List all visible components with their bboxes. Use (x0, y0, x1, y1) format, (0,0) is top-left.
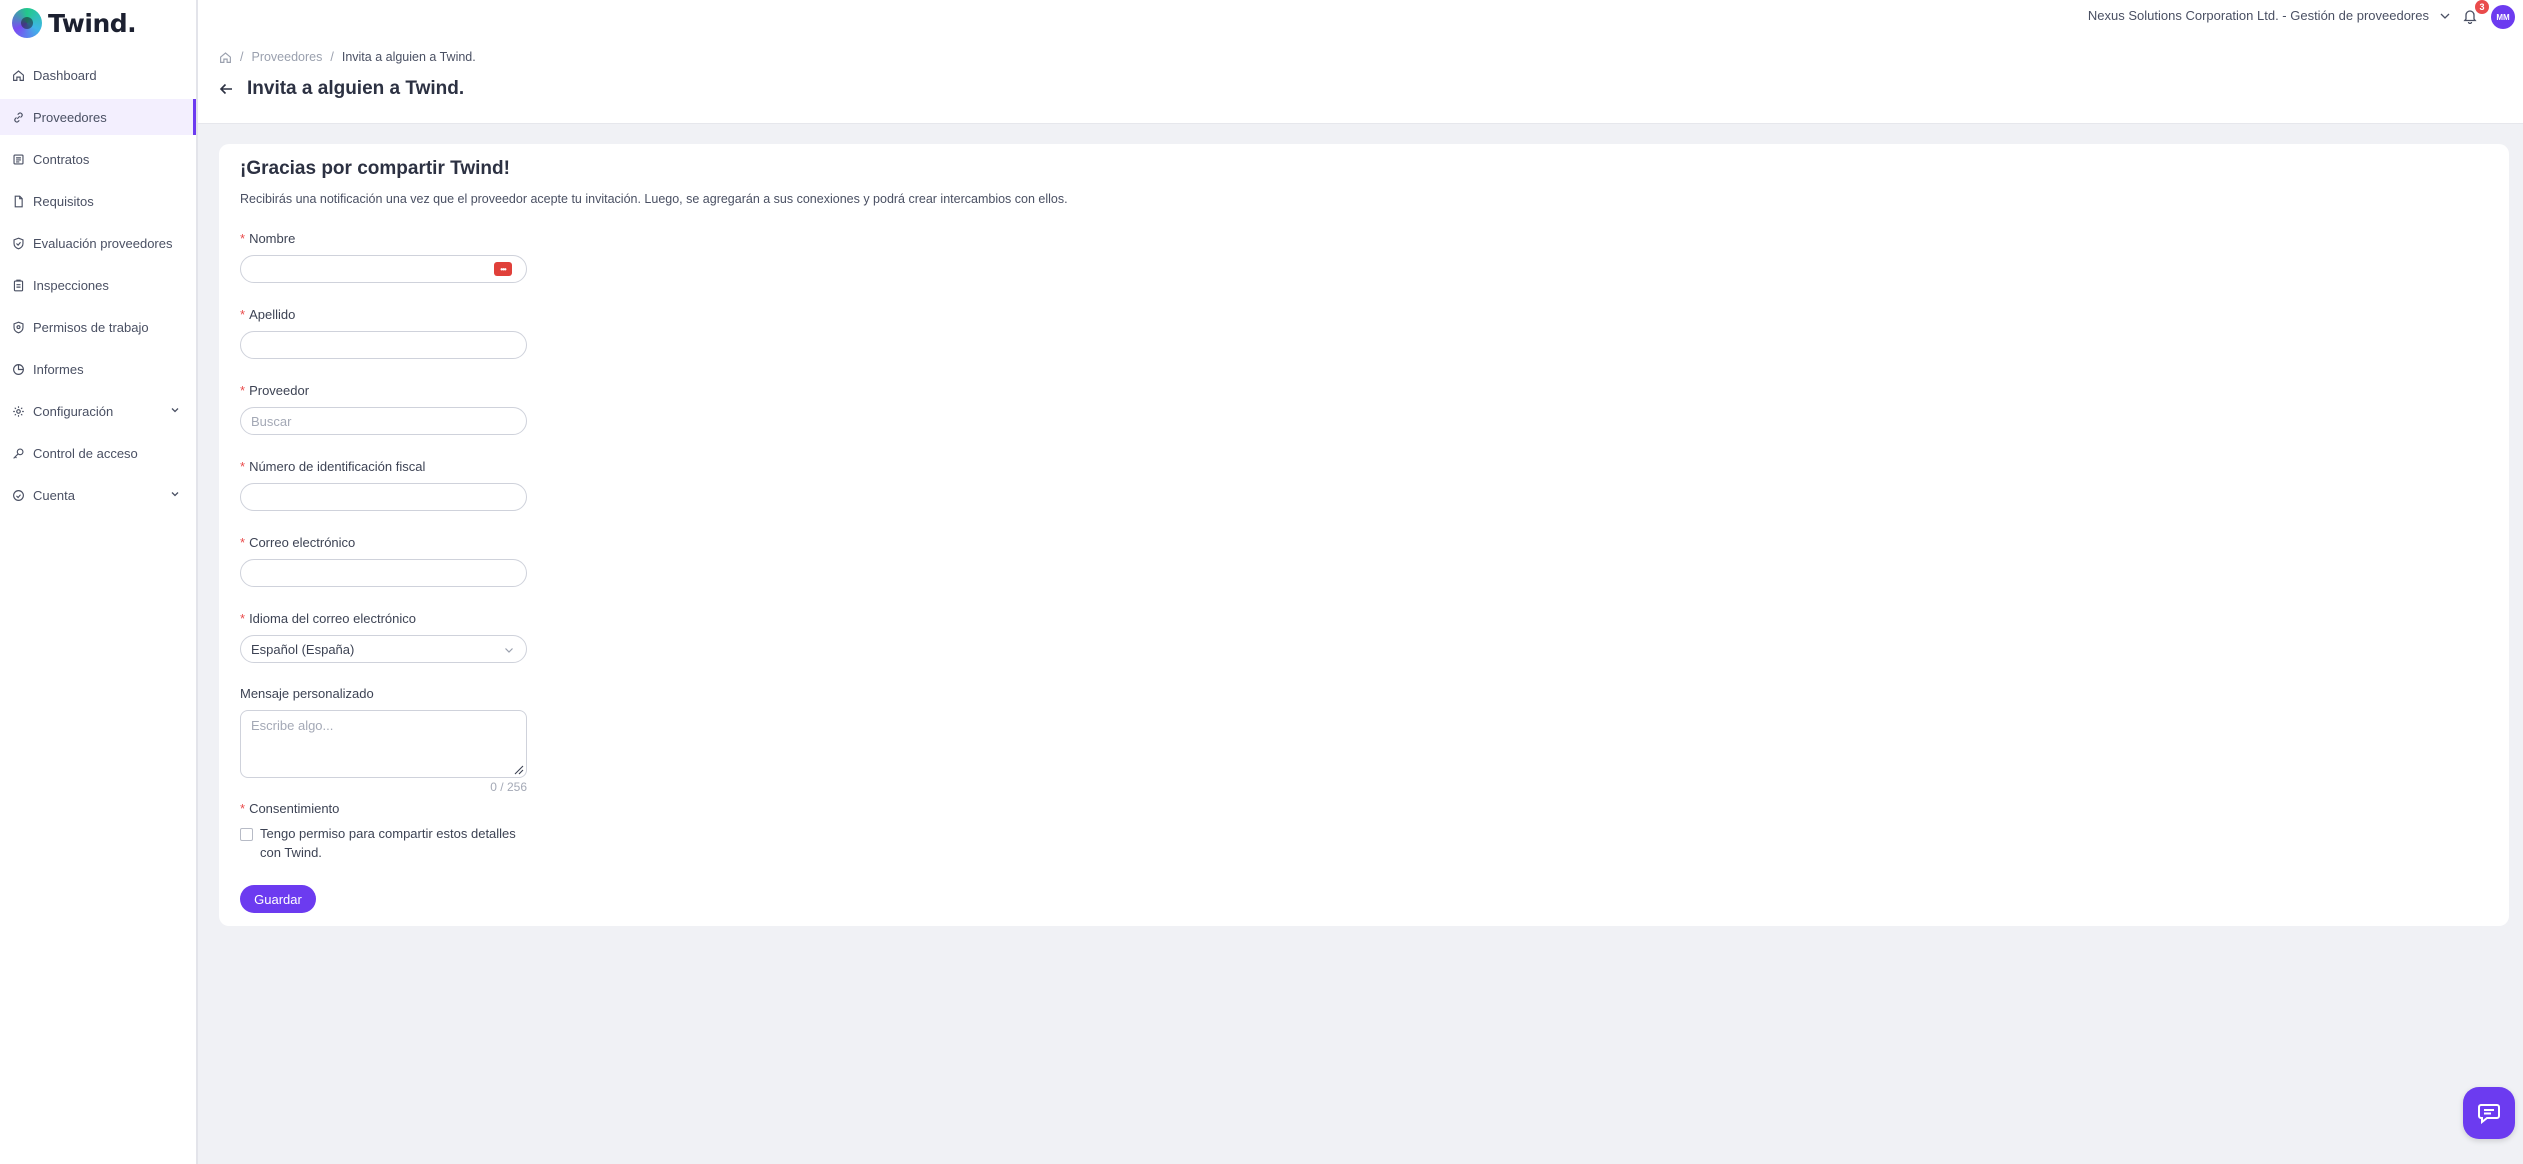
sidebar-item-requisitos[interactable]: Requisitos (0, 183, 196, 219)
sidebar-item-label: Contratos (33, 151, 90, 167)
gear-icon (12, 405, 25, 418)
nif-label: * Número de identificación fiscal (240, 459, 425, 474)
key-icon (12, 447, 25, 460)
chat-bubble-icon (2478, 1104, 2500, 1124)
save-button[interactable]: Guardar (240, 885, 316, 913)
sidebar-item-evaluacion-proveedores[interactable]: Evaluación proveedores (0, 225, 196, 261)
form-description: Recibirás una notificación una vez que e… (240, 192, 1068, 206)
email-field[interactable] (240, 559, 527, 587)
sidebar-item-label: Inspecciones (33, 277, 109, 293)
proveedor-placeholder: Buscar (251, 413, 292, 429)
email-label: * Correo electrónico (240, 535, 355, 550)
chevron-down-icon (171, 492, 179, 497)
link-icon (12, 111, 25, 124)
shield-icon (12, 321, 25, 334)
message-label: Mensaje personalizado (240, 686, 374, 701)
avatar[interactable]: MM (2491, 5, 2515, 29)
required-mark: * (240, 383, 246, 398)
sidebar-item-proveedores[interactable]: Proveedores (0, 99, 196, 135)
chevron-down-icon (171, 408, 179, 413)
twind-logo-mark-icon (12, 8, 42, 38)
required-mark: * (240, 307, 246, 322)
clipboard-icon (12, 279, 25, 292)
contract-icon (12, 153, 25, 166)
breadcrumb-proveedores[interactable]: Proveedores (251, 50, 322, 64)
proveedor-search-input[interactable]: Buscar (240, 407, 527, 435)
org-selector[interactable]: Nexus Solutions Corporation Ltd. - Gesti… (2088, 8, 2451, 23)
sidebar-item-permisos-de-trabajo[interactable]: Permisos de trabajo (0, 309, 196, 345)
page-title: Invita a alguien a Twind. (247, 78, 465, 99)
chart-icon (12, 363, 25, 376)
message-placeholder: Escribe algo... (251, 718, 334, 733)
resize-handle-icon[interactable] (512, 763, 524, 775)
invite-form-card: ¡Gracias por compartir Twind! Recibirás … (219, 144, 2509, 926)
consent-label-text: Consentimiento (249, 801, 340, 816)
form-title: ¡Gracias por compartir Twind! (240, 158, 510, 179)
consent-label: * Consentimiento (240, 801, 339, 816)
sidebar-item-cuenta[interactable]: Cuenta (0, 477, 196, 513)
nombre-input[interactable]: ••• (240, 255, 527, 283)
email-label-text: Correo electrónico (249, 535, 356, 550)
sidebar-item-label: Control de acceso (33, 445, 138, 461)
chat-support-button[interactable] (2463, 1087, 2515, 1139)
proveedor-label-text: Proveedor (249, 383, 310, 398)
org-selector-label: Nexus Solutions Corporation Ltd. - Gesti… (2087, 8, 2429, 23)
sidebar-item-informes[interactable]: Informes (0, 351, 196, 387)
required-mark: * (240, 535, 246, 550)
breadcrumb-current: Invita a alguien a Twind. (341, 50, 476, 64)
apellido-label-text: Apellido (249, 307, 296, 322)
document-icon (12, 195, 25, 208)
apellido-label: * Apellido (240, 307, 295, 322)
sidebar-item-label: Configuración (33, 403, 114, 419)
breadcrumb-separator: / (330, 50, 334, 64)
sidebar: Twind. Dashboard Proveedores Contratos R… (0, 0, 198, 1164)
language-label-text: Idioma del correo electrónico (249, 611, 416, 626)
sidebar-item-label: Permisos de trabajo (33, 319, 149, 335)
password-manager-icon[interactable]: ••• (494, 262, 512, 276)
sidebar-item-label: Informes (33, 361, 84, 377)
sidebar-item-label: Cuenta (33, 487, 75, 503)
language-select[interactable]: Español (España) (240, 635, 527, 663)
required-mark: * (240, 459, 246, 474)
breadcrumb-separator: / (240, 50, 244, 64)
language-label: * Idioma del correo electrónico (240, 611, 416, 626)
page-title-row: Invita a alguien a Twind. (219, 78, 464, 100)
proveedor-label: * Proveedor (240, 383, 309, 398)
nombre-label: * Nombre (240, 231, 295, 246)
sidebar-item-inspecciones[interactable]: Inspecciones (0, 267, 196, 303)
breadcrumb: / Proveedores / Invita a alguien a Twind… (219, 50, 476, 64)
sidebar-item-label: Evaluación proveedores (33, 235, 173, 251)
sidebar-nav: Dashboard Proveedores Contratos Requisit… (0, 57, 196, 519)
sidebar-item-dashboard[interactable]: Dashboard (0, 57, 196, 93)
shield-check-icon (12, 237, 25, 250)
notification-badge: 3 (2475, 0, 2489, 14)
home-icon[interactable] (219, 51, 232, 64)
sidebar-item-configuracion[interactable]: Configuración (0, 393, 196, 429)
required-mark: * (240, 801, 246, 816)
logo-text: Twind. (48, 8, 137, 38)
message-char-counter: 0 / 256 (490, 780, 527, 794)
chevron-down-icon (2440, 13, 2450, 19)
sidebar-item-label: Requisitos (33, 193, 94, 209)
sidebar-item-label: Proveedores (33, 109, 107, 125)
nif-input[interactable] (240, 483, 527, 511)
language-selected-value: Español (España) (251, 641, 355, 657)
apellido-input[interactable] (240, 331, 527, 359)
required-mark: * (240, 611, 246, 626)
user-circle-icon (12, 489, 25, 502)
sidebar-item-control-de-acceso[interactable]: Control de acceso (0, 435, 196, 471)
twind-logo[interactable]: Twind. (12, 8, 137, 38)
nif-label-text: Número de identificación fiscal (249, 459, 426, 474)
message-textarea[interactable]: Escribe algo... (240, 710, 527, 778)
consent-checkbox[interactable] (240, 828, 253, 841)
nombre-label-text: Nombre (249, 231, 296, 246)
page-header: Nexus Solutions Corporation Ltd. - Gesti… (198, 0, 2523, 124)
consent-text[interactable]: Tengo permiso para compartir estos detal… (260, 824, 530, 862)
sidebar-item-label: Dashboard (33, 67, 97, 83)
sidebar-item-contratos[interactable]: Contratos (0, 141, 196, 177)
back-arrow-icon[interactable] (219, 82, 233, 96)
home-icon (12, 69, 25, 82)
chevron-down-icon (505, 648, 513, 653)
required-mark: * (240, 231, 246, 246)
